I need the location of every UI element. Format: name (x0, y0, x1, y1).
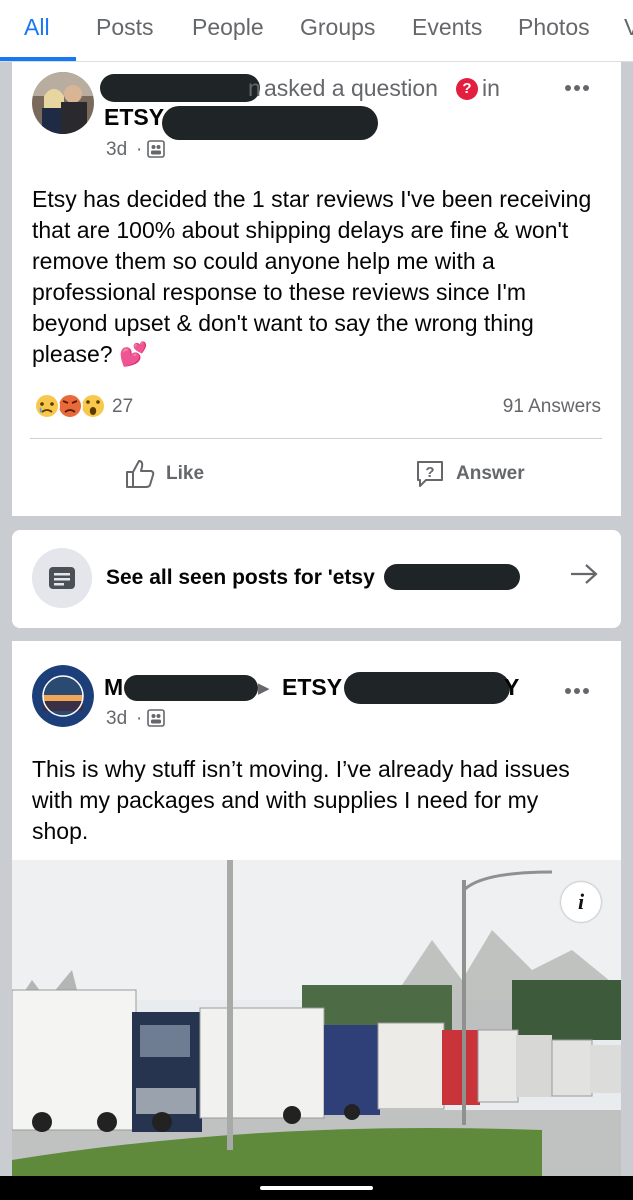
two-hearts-emoji: 💕 (118, 341, 148, 367)
tab-people[interactable]: People (192, 14, 264, 41)
tab-events[interactable]: Events (412, 14, 482, 41)
active-tab-indicator (0, 57, 76, 61)
post-photo-trucks[interactable]: i (12, 860, 621, 1176)
author-name-tail: n (248, 75, 261, 101)
avatar[interactable] (32, 665, 94, 727)
post-body-text: Etsy has decided the 1 star reviews I've… (32, 186, 592, 367)
more-options-icon[interactable] (564, 72, 590, 98)
answer-question-icon: ? (417, 461, 443, 487)
question-post-card: n asked a question ? in ETSY 3d · Etsy h… (12, 62, 621, 516)
tab-all[interactable]: All (24, 14, 50, 41)
answer-label: Answer (456, 463, 525, 484)
time-separator: · (136, 708, 143, 729)
group-privacy-icon (147, 140, 165, 158)
group-name[interactable]: ETSY (104, 104, 164, 131)
tab-posts[interactable]: Posts (96, 14, 154, 41)
see-all-seen-posts-card[interactable]: See all seen posts for 'etsy (12, 530, 621, 628)
arrow-right-icon (569, 560, 599, 594)
post-body-text: This is why stuff isn’t moving. I’ve alr… (32, 756, 570, 844)
group-name[interactable]: ETSY (282, 674, 342, 701)
home-gesture-handle[interactable] (260, 1186, 373, 1190)
in-text: in (482, 75, 500, 101)
group-name-tail: Y (504, 674, 520, 700)
like-thumb-icon (126, 460, 155, 488)
redacted-author-name (100, 74, 260, 102)
redacted-group-name (344, 672, 510, 704)
post-time[interactable]: 3d (106, 708, 127, 730)
reaction-count[interactable]: 27 (112, 396, 133, 418)
avatar[interactable] (32, 72, 94, 134)
redacted-author-name (124, 675, 258, 701)
answers-count[interactable]: 91 Answers (503, 396, 601, 418)
like-button[interactable]: Like (124, 458, 204, 490)
angry-reaction-icon (57, 393, 83, 419)
question-badge-icon: ? (456, 78, 478, 100)
time-separator: · (136, 139, 143, 160)
sad-reaction-icon (34, 393, 60, 419)
shared-to-arrow: ▶ (258, 680, 270, 697)
answer-button[interactable]: ? Answer (414, 458, 525, 490)
redacted-group-name (162, 106, 378, 140)
divider (30, 438, 602, 439)
group-post-card: M ▶ ETSY Y 3d · This is why stuff isn’t … (12, 641, 621, 1176)
post-action-text: asked a question (264, 75, 438, 101)
redacted-search-term (384, 564, 520, 590)
see-all-label: See all seen posts for 'etsy (106, 566, 375, 589)
search-filter-tabs: All Posts People Groups Events Photos V (0, 0, 633, 62)
tab-groups[interactable]: Groups (300, 14, 375, 41)
tab-photos[interactable]: Photos (518, 14, 590, 41)
reaction-icons[interactable] (30, 392, 116, 422)
more-options-icon[interactable] (564, 675, 590, 701)
post-body: Etsy has decided the 1 star reviews I've… (32, 184, 604, 370)
info-icon[interactable]: i (561, 882, 601, 922)
system-navigation-bar (0, 1176, 633, 1200)
wow-reaction-icon (80, 393, 106, 419)
post-time[interactable]: 3d (106, 139, 127, 161)
like-label: Like (166, 463, 205, 484)
author-initial: M (104, 674, 124, 700)
group-privacy-icon (147, 709, 165, 727)
svg-text:?: ? (425, 464, 434, 481)
feed-list-icon (32, 548, 92, 608)
tab-more[interactable]: V (624, 14, 633, 41)
